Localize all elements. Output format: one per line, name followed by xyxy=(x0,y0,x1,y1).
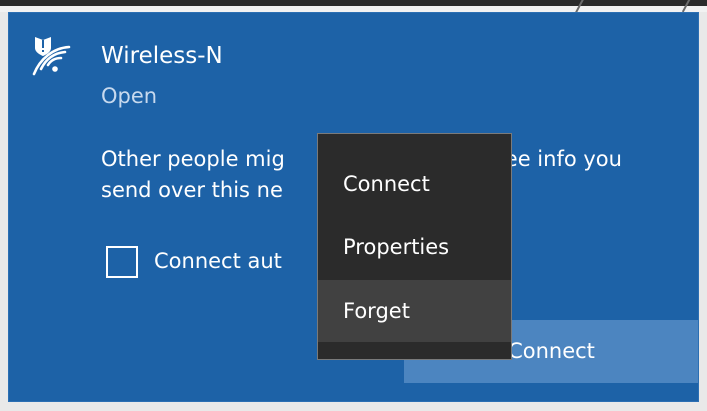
menu-item-properties[interactable]: Properties xyxy=(318,232,511,263)
network-context-menu: Connect Properties Forget xyxy=(317,133,512,360)
menu-item-forget[interactable]: Forget xyxy=(318,280,511,342)
backdrop-top xyxy=(0,0,707,14)
connect-automatically-checkbox[interactable] xyxy=(106,246,138,278)
network-security-status: Open xyxy=(101,84,158,108)
menu-item-connect[interactable]: Connect xyxy=(318,169,511,200)
network-name: Wireless-N xyxy=(101,43,223,69)
connect-automatically-label: Connect aut xyxy=(154,249,282,273)
warning-line-1-start: Other people mig xyxy=(101,147,285,171)
warning-line-1-end: ee info you xyxy=(504,147,622,171)
wifi-shield-warning-icon xyxy=(32,37,71,76)
dark-strip xyxy=(0,0,707,6)
